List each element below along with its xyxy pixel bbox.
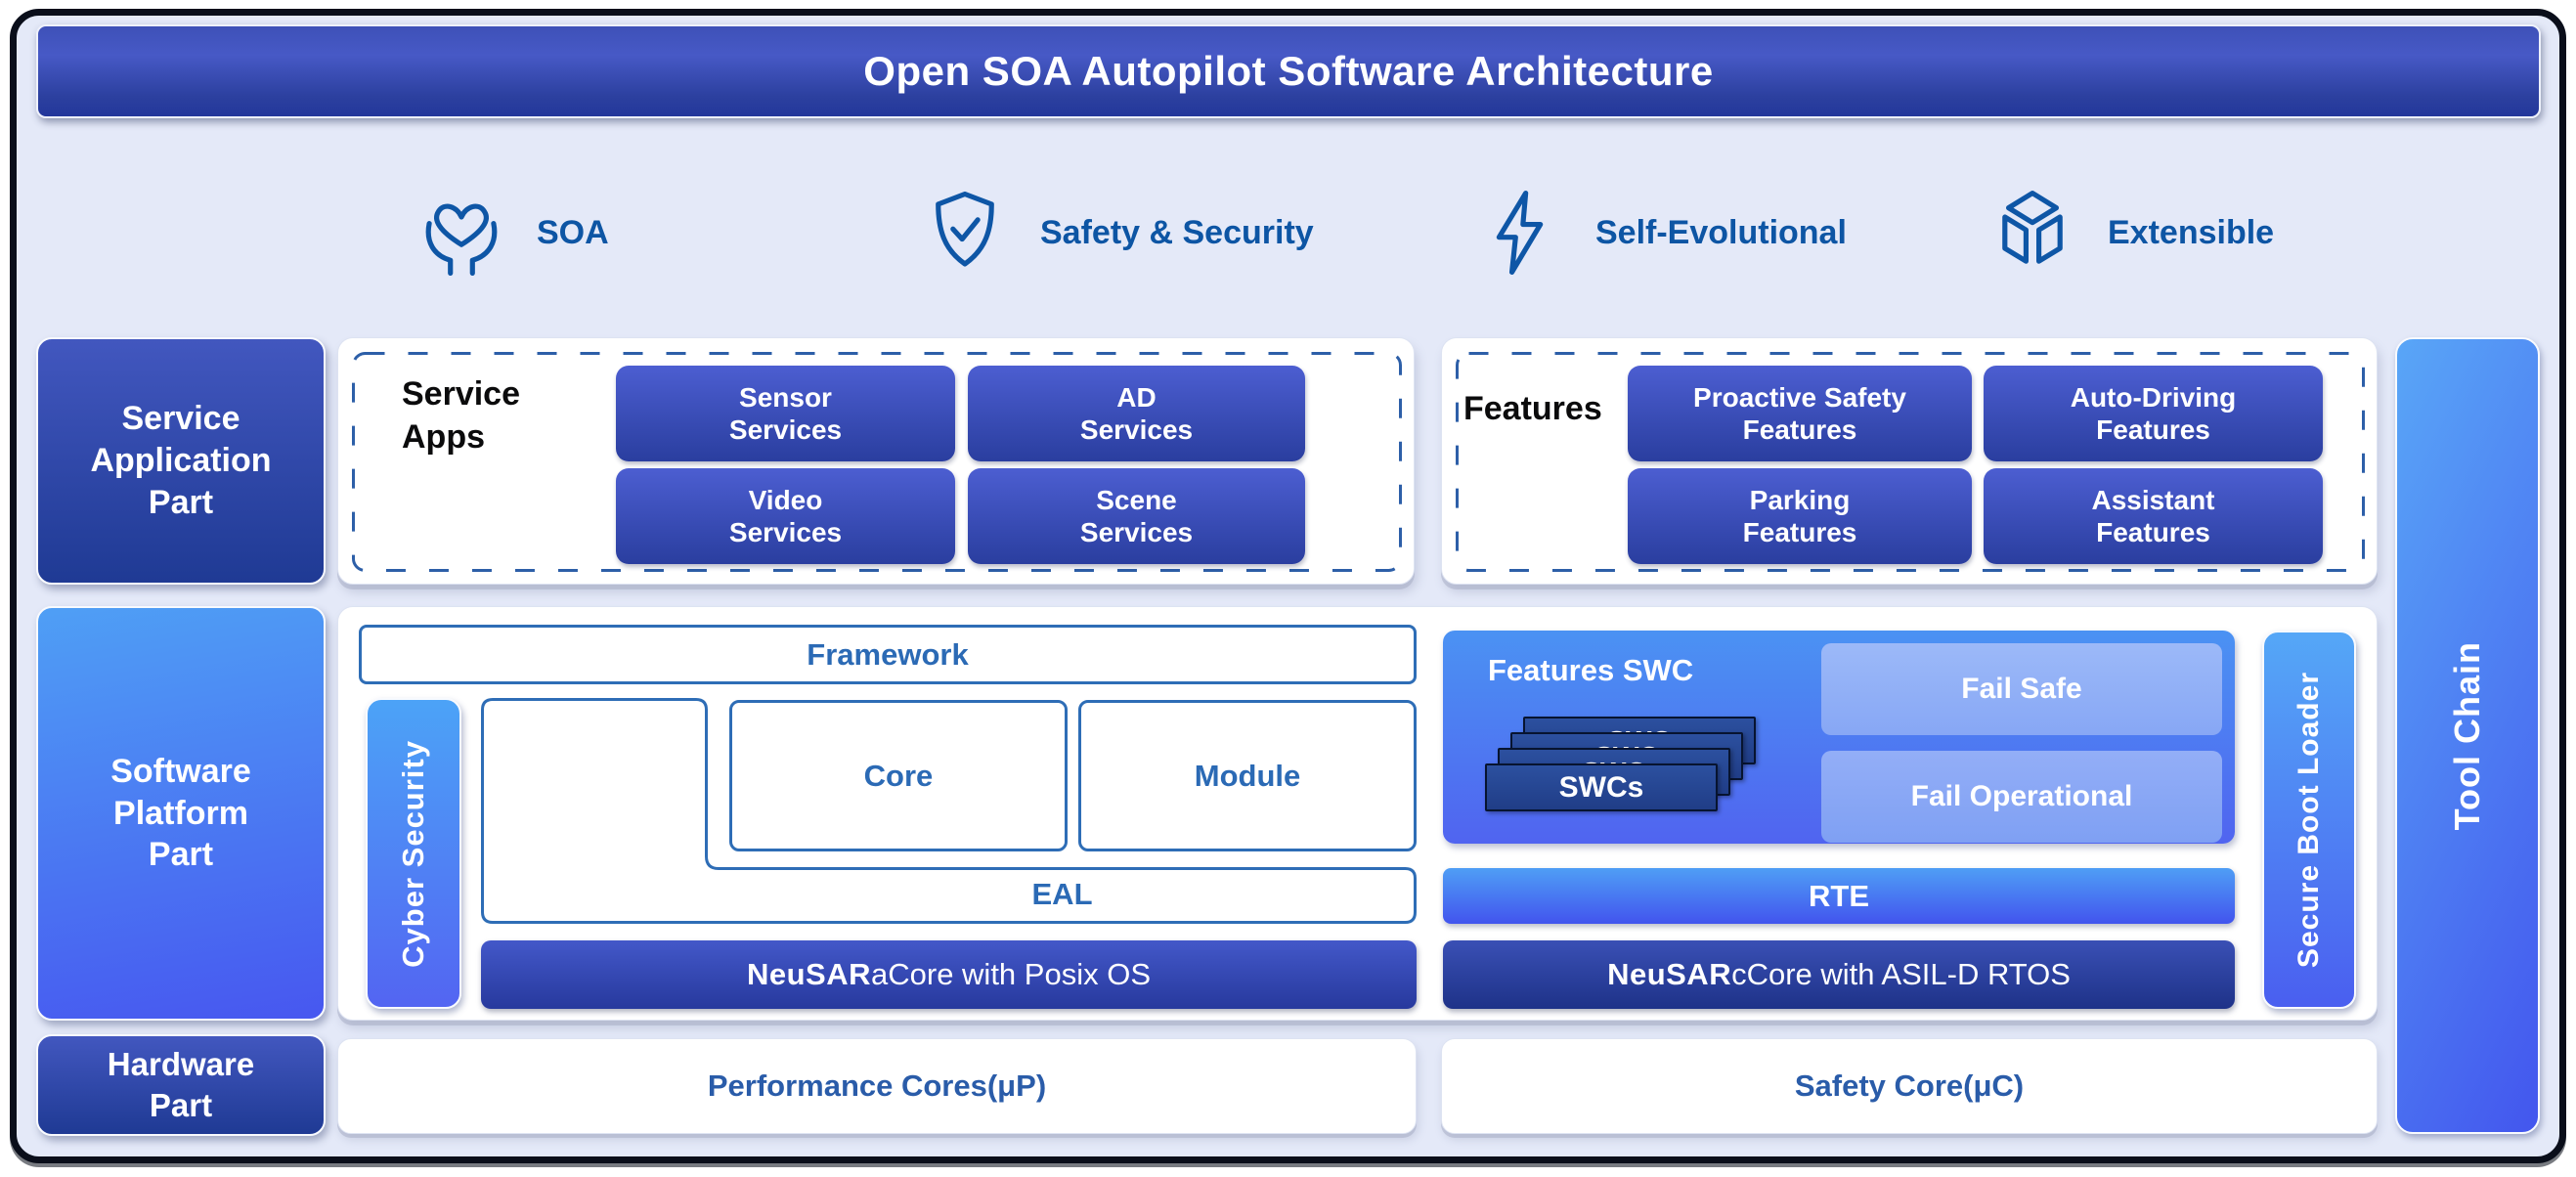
module-box: Module: [1078, 700, 1417, 851]
performance-cores-box: Performance Cores(μP): [337, 1038, 1417, 1134]
neusar-ccore-label: cCore with ASIL-D RTOS: [1731, 957, 2071, 992]
title-banner: Open SOA Autopilot Software Architecture: [36, 24, 2541, 118]
core-label: Core: [864, 759, 934, 794]
cyber-security-pill: Cyber Security: [366, 698, 461, 1009]
principle-extensible: Extensible: [1987, 186, 2274, 280]
principle-label: Extensible: [2108, 214, 2274, 252]
assistant-features-box: Assistant Features: [1984, 468, 2323, 564]
module-label: Module: [1195, 759, 1301, 794]
secure-boot-loader-label: Secure Boot Loader: [2292, 672, 2326, 968]
neusar-ccore-bar: NeuSAR cCore with ASIL-D RTOS: [1443, 940, 2235, 1009]
fail-operational-box: Fail Operational: [1821, 751, 2222, 843]
cube-icon: [1987, 187, 2078, 279]
neusar-brand: NeuSAR: [1607, 957, 1731, 992]
service-application-part: Service Application Part: [36, 337, 326, 585]
eal-label: EAL: [1032, 877, 1093, 912]
ad-services-box: AD Services: [968, 366, 1305, 461]
page-title: Open SOA Autopilot Software Architecture: [863, 48, 1713, 95]
safety-core-box: Safety Core(μC): [1441, 1038, 2378, 1134]
auto-driving-features-box: Auto-Driving Features: [1984, 366, 2323, 461]
neusar-acore-label: aCore with Posix OS: [871, 957, 1151, 992]
architecture-diagram: Open SOA Autopilot Software Architecture…: [0, 0, 2576, 1177]
neusar-brand: NeuSAR: [747, 957, 871, 992]
features-swc-label: Features SWC: [1488, 653, 1693, 688]
swc-card-front: SWCs: [1485, 763, 1718, 811]
principle-label: SOA: [537, 214, 609, 252]
principle-safety-security: Safety & Security: [919, 186, 1314, 280]
eal-label-area: EAL: [708, 866, 1417, 923]
heart-hands-icon: [415, 187, 507, 279]
parking-features-box: Parking Features: [1628, 468, 1972, 564]
core-box: Core: [729, 700, 1068, 851]
rte-bar: RTE: [1443, 868, 2235, 924]
service-apps-label: Service Apps: [402, 373, 520, 458]
cyber-security-label: Cyber Security: [396, 740, 431, 968]
hardware-part: Hardware Part: [36, 1034, 326, 1136]
software-platform-part: Software Platform Part: [36, 606, 326, 1021]
framework-box: Framework: [359, 625, 1417, 684]
fail-safe-box: Fail Safe: [1821, 643, 2222, 735]
principle-soa: SOA: [415, 186, 609, 280]
tool-chain-label: Tool Chain: [2447, 641, 2488, 830]
features-label: Features: [1463, 388, 1602, 431]
shield-check-icon: [919, 187, 1011, 279]
principle-self-evolutional: Self-Evolutional: [1474, 186, 1847, 280]
scene-services-box: Scene Services: [968, 468, 1305, 564]
framework-label: Framework: [807, 637, 968, 673]
proactive-safety-features-box: Proactive Safety Features: [1628, 366, 1972, 461]
tool-chain-pill: Tool Chain: [2395, 337, 2540, 1134]
video-services-box: Video Services: [616, 468, 955, 564]
lightning-icon: [1474, 187, 1566, 279]
neusar-acore-bar: NeuSAR aCore with Posix OS: [481, 940, 1417, 1009]
principle-label: Safety & Security: [1040, 214, 1314, 252]
sensor-services-box: Sensor Services: [616, 366, 955, 461]
principle-label: Self-Evolutional: [1595, 214, 1847, 252]
secure-boot-loader-pill: Secure Boot Loader: [2262, 631, 2356, 1009]
